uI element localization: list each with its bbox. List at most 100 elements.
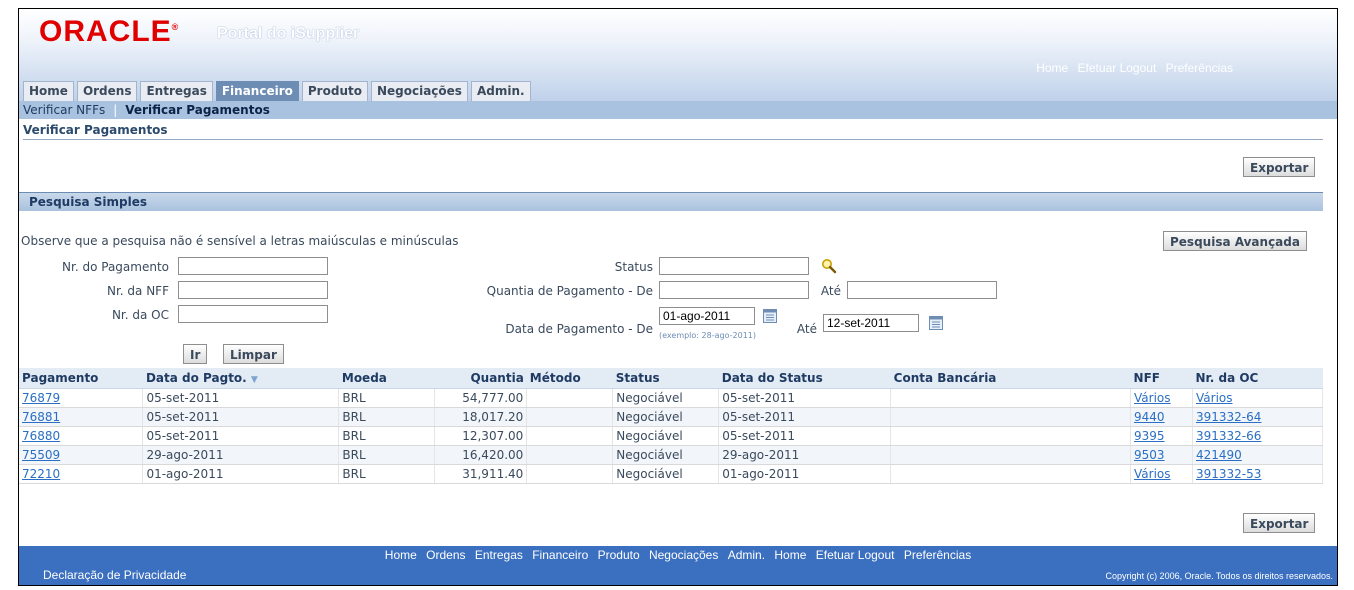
- status-date-cell: 01-ago-2011: [718, 464, 892, 484]
- payment-number-label: Nr. do Pagamento: [62, 260, 169, 274]
- export-button-bottom[interactable]: Exportar: [1243, 513, 1316, 533]
- payment-number-input[interactable]: [178, 257, 328, 275]
- portal-title: Portal do iSupplier: [217, 25, 360, 42]
- po-link[interactable]: 421490: [1192, 445, 1323, 465]
- column-header-currency[interactable]: Moeda: [338, 368, 435, 389]
- amount-from-input[interactable]: [659, 281, 809, 299]
- export-button-top[interactable]: Exportar: [1243, 157, 1316, 177]
- advanced-search-button[interactable]: Pesquisa Avançada: [1163, 231, 1307, 251]
- status-label: Status: [614, 260, 653, 274]
- footer-link-negotiations[interactable]: Negociações: [649, 548, 718, 562]
- tab-finance[interactable]: Financeiro: [215, 81, 299, 101]
- payment-date-cell: 05-set-2011: [142, 426, 340, 446]
- currency-cell: BRL: [338, 388, 436, 408]
- currency-cell: BRL: [338, 464, 436, 484]
- status-date-cell: 05-set-2011: [718, 426, 892, 446]
- status-cell: Negociável: [612, 445, 720, 465]
- footer-link-preferences[interactable]: Preferências: [904, 548, 971, 562]
- amount-cell: 54,777.00: [434, 388, 528, 408]
- date-format-hint: (exemplo: 28-ago-2011): [659, 331, 756, 340]
- nff-link[interactable]: 9440: [1130, 407, 1193, 427]
- column-header-bank-account[interactable]: Conta Bancária: [890, 368, 1131, 389]
- subnav-item-verify-payments[interactable]: Verificar Pagamentos: [125, 103, 270, 117]
- column-header-po[interactable]: Nr. da OC: [1192, 368, 1323, 389]
- amount-from-label: Quantia de Pagamento - De: [486, 284, 653, 298]
- payment-link[interactable]: 76879: [19, 388, 144, 408]
- payment-link[interactable]: 72210: [19, 464, 144, 484]
- currency-cell: BRL: [338, 407, 436, 427]
- global-link-home[interactable]: Home: [1036, 61, 1068, 75]
- footer-link-product[interactable]: Produto: [598, 548, 640, 562]
- nff-link[interactable]: 9503: [1130, 445, 1193, 465]
- status-cell: Negociável: [612, 464, 720, 484]
- subnav-item-verify-nffs[interactable]: Verificar NFFs: [23, 103, 105, 117]
- payment-link[interactable]: 76881: [19, 407, 144, 427]
- column-header-payment-date[interactable]: Data do Pagto. ▼: [142, 368, 339, 389]
- tab-orders[interactable]: Ordens: [76, 81, 138, 101]
- tab-product[interactable]: Produto: [301, 81, 368, 101]
- go-button[interactable]: Ir: [183, 344, 208, 364]
- method-cell: [526, 407, 614, 427]
- nff-link[interactable]: Vários: [1130, 464, 1193, 484]
- table-row: 76881 05-set-2011 BRL 18,017.20 Negociáv…: [19, 407, 1323, 427]
- method-cell: [526, 388, 614, 408]
- bank-account-cell: [890, 426, 1132, 446]
- clear-button[interactable]: Limpar: [223, 344, 284, 364]
- search-icon[interactable]: [821, 258, 837, 274]
- tab-deliveries[interactable]: Entregas: [140, 81, 213, 101]
- status-cell: Negociável: [612, 407, 720, 427]
- footer-link-orders[interactable]: Ordens: [426, 548, 465, 562]
- footer-link-finance[interactable]: Financeiro: [532, 548, 588, 562]
- table-header-row: Pagamento Data do Pagto. ▼ Moeda Quantia…: [19, 368, 1323, 389]
- calendar-icon[interactable]: [929, 316, 943, 330]
- po-link[interactable]: Vários: [1192, 388, 1323, 408]
- date-from-label: Data de Pagamento - De: [505, 322, 653, 336]
- po-number-label: Nr. da OC: [111, 308, 169, 322]
- footer-link-home-global[interactable]: Home: [774, 548, 806, 562]
- po-link[interactable]: 391332-64: [1192, 407, 1323, 427]
- nff-number-label: Nr. da NFF: [106, 284, 169, 298]
- sort-desc-icon: ▼: [250, 375, 258, 385]
- po-link[interactable]: 391332-66: [1192, 426, 1323, 446]
- calendar-icon[interactable]: [763, 309, 777, 323]
- payment-date-cell: 05-set-2011: [142, 407, 340, 427]
- column-header-amount[interactable]: Quantia: [434, 368, 527, 389]
- status-input[interactable]: [659, 257, 809, 275]
- amount-cell: 12,307.00: [434, 426, 528, 446]
- footer-link-home[interactable]: Home: [385, 548, 417, 562]
- payment-link[interactable]: 76880: [19, 426, 144, 446]
- bank-account-cell: [890, 407, 1132, 427]
- privacy-link[interactable]: Declaração de Privacidade: [43, 568, 186, 582]
- tab-admin[interactable]: Admin.: [470, 81, 531, 101]
- column-header-method[interactable]: Método: [526, 368, 613, 389]
- tab-negotiations[interactable]: Negociações: [370, 81, 468, 101]
- status-date-cell: 05-set-2011: [718, 388, 892, 408]
- global-link-preferences[interactable]: Preferências: [1166, 61, 1233, 75]
- po-link[interactable]: 391332-53: [1192, 464, 1323, 484]
- date-from-input[interactable]: [659, 307, 755, 325]
- oracle-logo: ORACLE®: [39, 15, 180, 48]
- title-divider: [23, 139, 1323, 140]
- amount-cell: 31,911.40: [434, 464, 528, 484]
- nff-link[interactable]: Vários: [1130, 388, 1193, 408]
- amount-cell: 18,017.20: [434, 407, 528, 427]
- amount-to-input[interactable]: [847, 281, 997, 299]
- nff-link[interactable]: 9395: [1130, 426, 1193, 446]
- column-header-nff[interactable]: NFF: [1130, 368, 1193, 389]
- payments-table: Pagamento Data do Pagto. ▼ Moeda Quantia…: [19, 368, 1323, 484]
- nff-number-input[interactable]: [178, 281, 328, 299]
- payment-date-cell: 29-ago-2011: [142, 445, 340, 465]
- payment-link[interactable]: 75509: [19, 445, 144, 465]
- global-link-logout[interactable]: Efetuar Logout: [1078, 61, 1157, 75]
- tab-home[interactable]: Home: [23, 81, 74, 101]
- column-header-payment[interactable]: Pagamento: [19, 368, 143, 389]
- column-header-status-date[interactable]: Data do Status: [718, 368, 891, 389]
- footer-link-logout[interactable]: Efetuar Logout: [816, 548, 895, 562]
- column-header-status[interactable]: Status: [612, 368, 719, 389]
- po-number-input[interactable]: [178, 305, 328, 323]
- status-date-cell: 05-set-2011: [718, 407, 892, 427]
- footer-link-admin[interactable]: Admin.: [728, 548, 765, 562]
- date-to-input[interactable]: [823, 314, 919, 332]
- bank-account-cell: [890, 464, 1132, 484]
- footer-link-deliveries[interactable]: Entregas: [475, 548, 523, 562]
